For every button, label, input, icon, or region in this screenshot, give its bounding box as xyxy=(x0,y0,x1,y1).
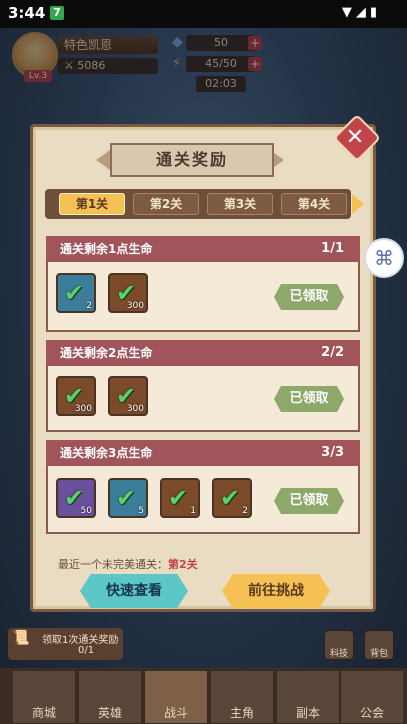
quest-progress: 0/1 xyxy=(78,645,95,656)
reward-section-title: 通关剩余3点生命 xyxy=(60,446,153,460)
reward-item-count: 2 xyxy=(86,301,92,311)
reward-section-3-header: 通关剩余3点生命 3/3 xyxy=(46,440,360,466)
reward-item[interactable]: ✔ 2 xyxy=(56,273,96,313)
reward-item-count: 300 xyxy=(126,404,144,414)
tab-level-1[interactable]: 第1关 xyxy=(59,193,125,215)
nav-shop[interactable]: 商城 xyxy=(12,670,76,724)
nav-guild[interactable]: 公会 xyxy=(340,670,404,724)
reward-item[interactable]: ✔ 2 xyxy=(212,478,252,518)
reward-section-2-header: 通关剩余2点生命 2/2 xyxy=(46,340,360,366)
tab-level-3[interactable]: 第3关 xyxy=(207,193,273,215)
nav-battle[interactable]: 战斗 xyxy=(144,670,208,724)
check-icon: ✔ xyxy=(168,484,189,512)
reward-item[interactable]: ✔ 50 xyxy=(56,478,96,518)
reward-item[interactable]: ✔ 1 xyxy=(160,478,200,518)
claimed-button[interactable]: 已领取 xyxy=(274,488,344,514)
gamepad-icon[interactable]: ⌘ xyxy=(364,238,404,278)
reward-item[interactable]: ✔ 300 xyxy=(108,376,148,416)
status-bar: 3:44 7 ▼◢▮ xyxy=(0,0,407,28)
claimed-button[interactable]: 已领取 xyxy=(274,284,344,310)
reward-item[interactable]: ✔ 300 xyxy=(56,376,96,416)
quest-text: 领取1次通关奖励 xyxy=(42,635,119,646)
nav-protagonist[interactable]: 主角 xyxy=(210,670,274,724)
reward-section-title: 通关剩余1点生命 xyxy=(60,242,153,256)
tab-level-2[interactable]: 第2关 xyxy=(133,193,199,215)
nav-label: 英雄 xyxy=(97,706,122,720)
check-icon: ✔ xyxy=(64,279,85,307)
tab-level-4[interactable]: 第4关 xyxy=(281,193,347,215)
reward-item[interactable]: ✔ 5 xyxy=(108,478,148,518)
dialog-title: 通关奖励 xyxy=(110,143,274,177)
last-imperfect-level: 第2关 xyxy=(168,558,198,571)
bag-label: 背包 xyxy=(369,649,388,659)
status-time: 3:44 xyxy=(8,4,46,22)
nav-label: 商城 xyxy=(31,706,56,720)
close-icon: ✕ xyxy=(345,125,365,150)
check-icon: ✔ xyxy=(116,484,137,512)
nav-label: 战斗 xyxy=(163,706,188,720)
quick-view-button[interactable]: 快速查看 xyxy=(80,574,188,608)
reward-item-count: 1 xyxy=(190,506,196,516)
scroll-icon: 📜 xyxy=(12,630,30,646)
last-imperfect-note: 最近一个未完美通关：第2关 xyxy=(58,556,198,572)
nav-dungeon[interactable]: 副本 xyxy=(276,670,340,724)
go-challenge-button[interactable]: 前往挑战 xyxy=(222,574,330,608)
reward-item-count: 50 xyxy=(80,506,92,516)
bag-button[interactable]: 背包 xyxy=(364,630,394,660)
reward-item-count: 5 xyxy=(138,506,144,516)
app-notification-icon: 7 xyxy=(50,6,64,20)
reward-section-count: 2/2 xyxy=(321,345,344,360)
system-status-icons: ▼◢▮ xyxy=(341,5,381,20)
reward-item-count: 300 xyxy=(74,404,92,414)
quest-tracker[interactable]: 📜 领取1次通关奖励 0/1 xyxy=(8,628,123,660)
reward-section-title: 通关剩余2点生命 xyxy=(60,346,153,360)
check-icon: ✔ xyxy=(220,484,241,512)
ribbon-left-tail xyxy=(96,150,110,170)
tab-next-arrow-icon[interactable] xyxy=(352,194,364,214)
tech-button[interactable]: 科技 xyxy=(324,630,354,660)
nav-label: 主角 xyxy=(229,706,254,720)
reward-section-1-header: 通关剩余1点生命 1/1 xyxy=(46,236,360,262)
close-button[interactable]: ✕ xyxy=(332,113,382,163)
reward-section-count: 3/3 xyxy=(321,445,344,460)
last-imperfect-label: 最近一个未完美通关： xyxy=(58,558,168,571)
reward-item-count: 300 xyxy=(126,301,144,311)
nav-heroes[interactable]: 英雄 xyxy=(78,670,142,724)
claimed-button[interactable]: 已领取 xyxy=(274,386,344,412)
reward-item-count: 2 xyxy=(242,506,248,516)
reward-section-count: 1/1 xyxy=(321,241,344,256)
tech-label: 科技 xyxy=(329,649,348,659)
reward-item[interactable]: ✔ 300 xyxy=(108,273,148,313)
nav-label: 副本 xyxy=(295,706,320,720)
nav-label: 公会 xyxy=(359,706,384,720)
